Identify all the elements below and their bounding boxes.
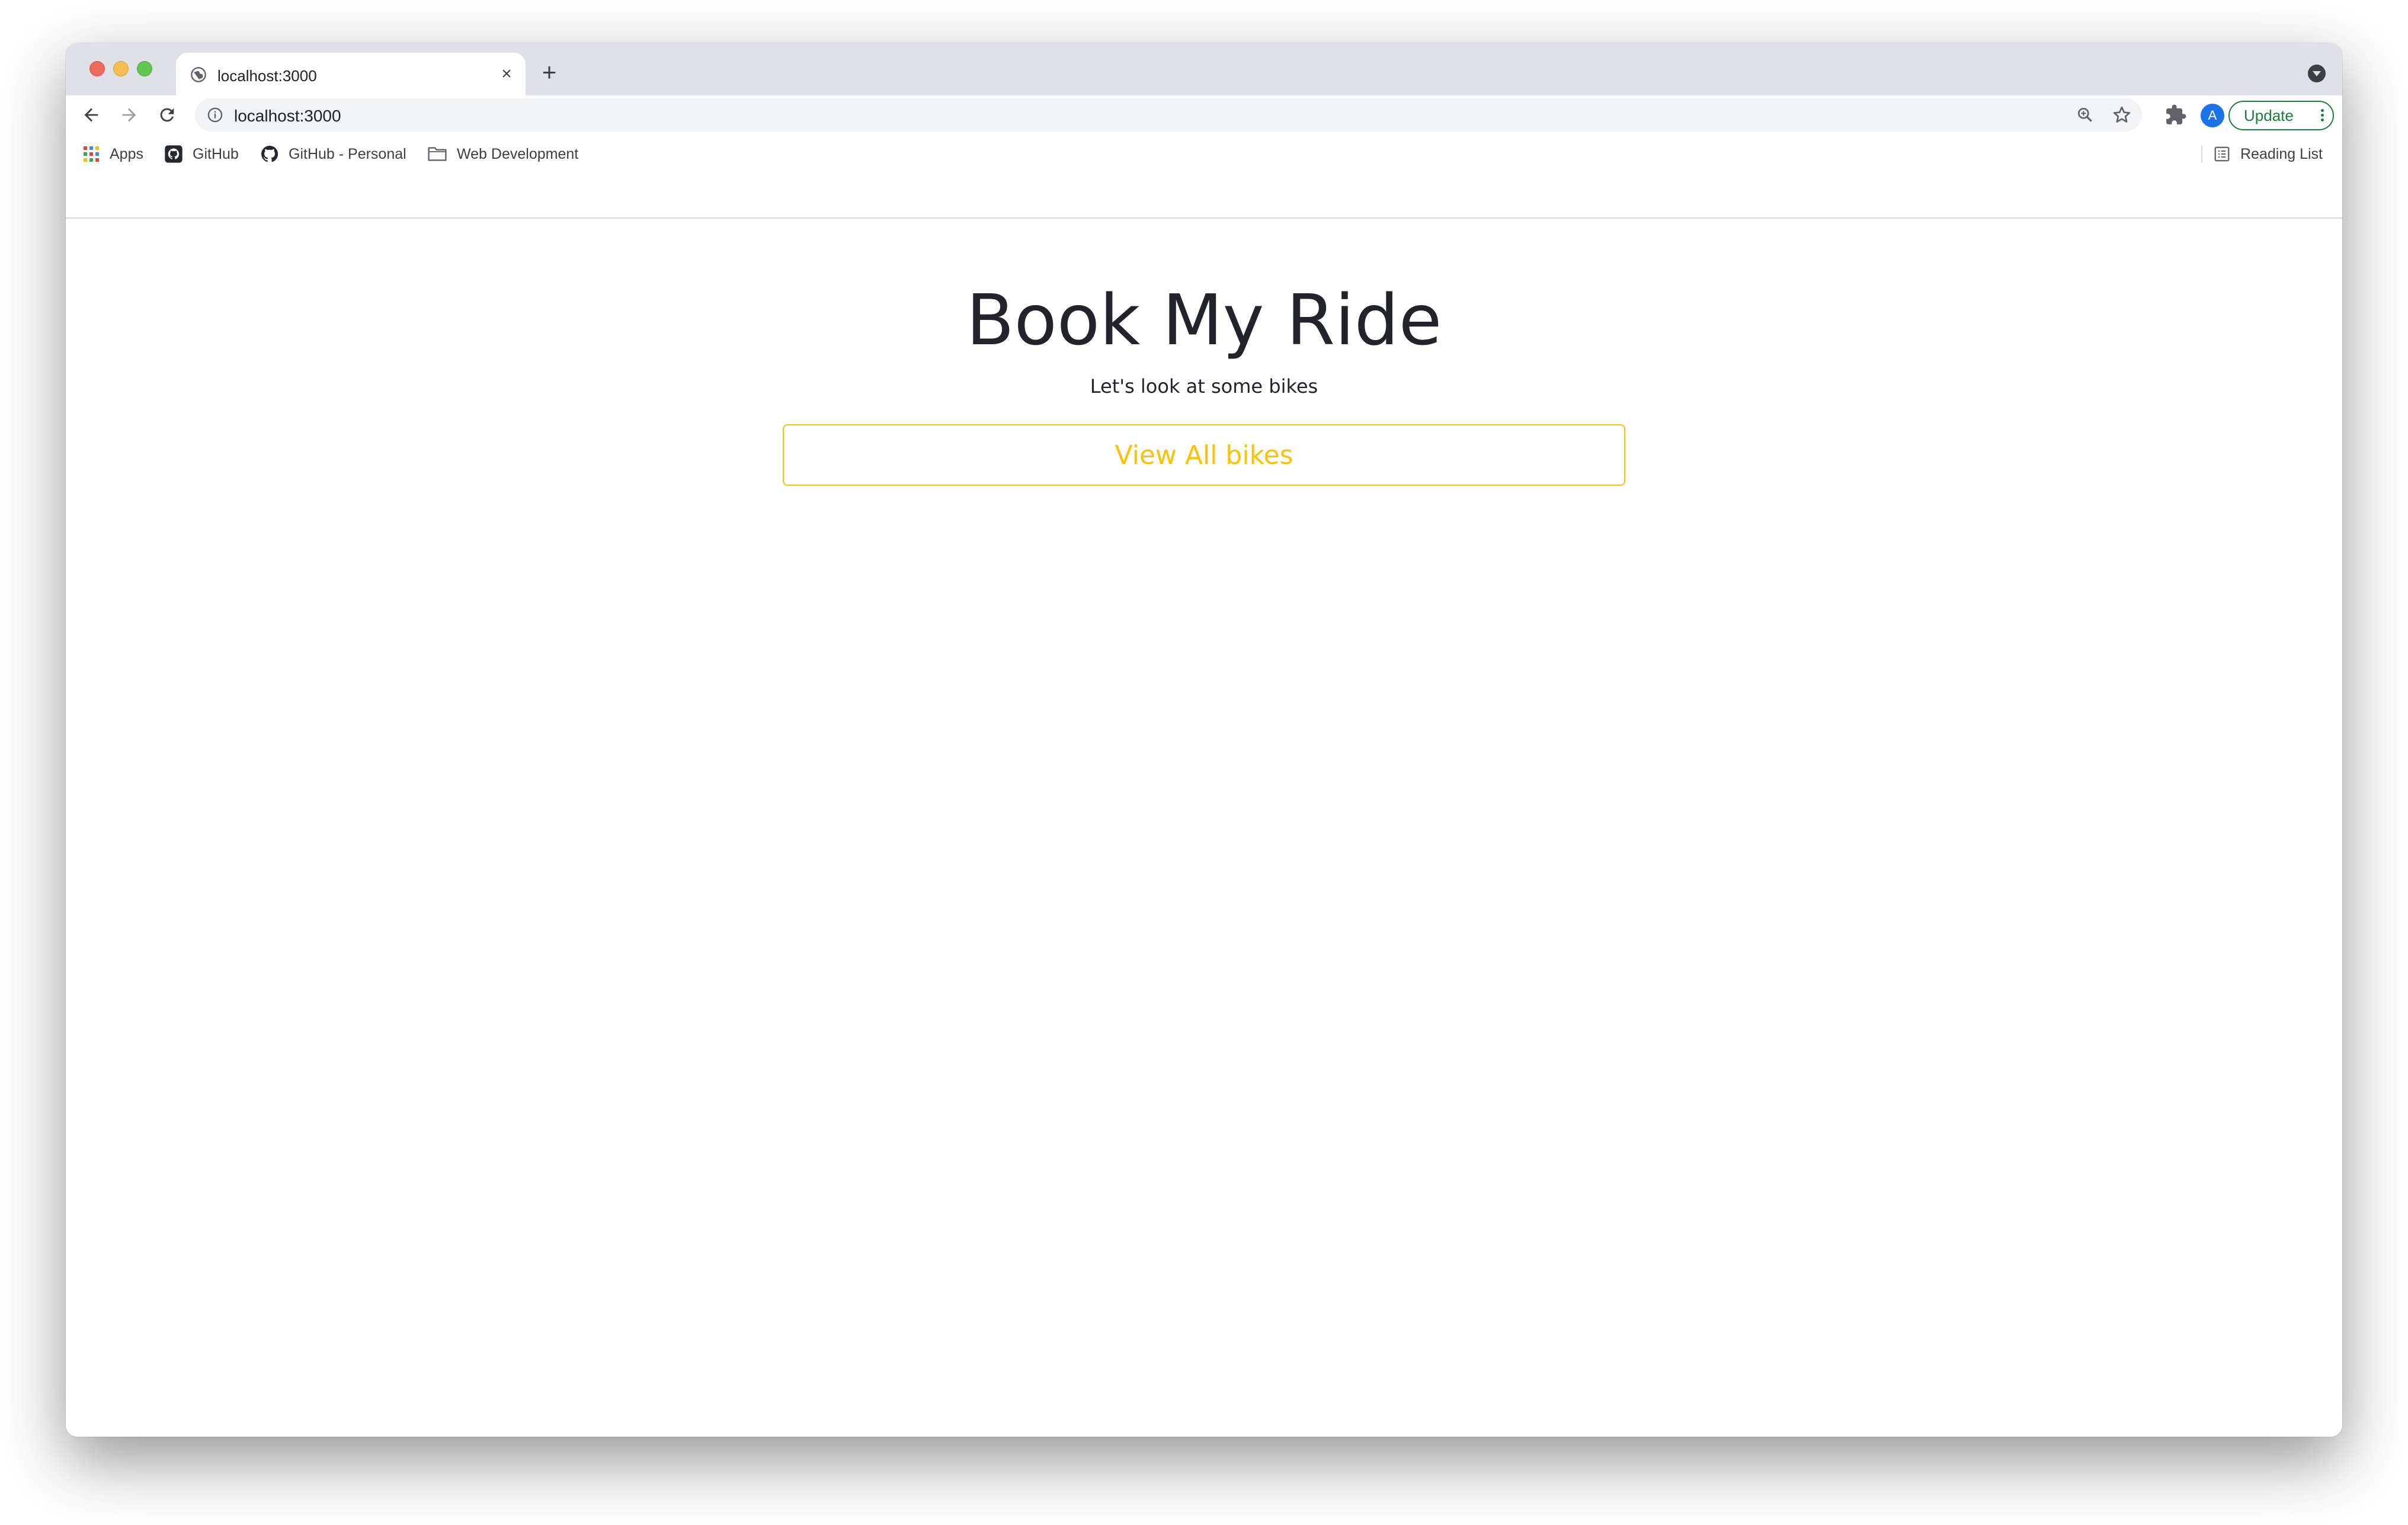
bookmark-github[interactable]: GitHub [164, 144, 239, 164]
bookmark-label: GitHub [193, 145, 239, 162]
page-title: Book My Ride [966, 279, 1442, 361]
bookmark-label: Apps [110, 145, 143, 162]
reading-list-icon [2214, 146, 2230, 162]
more-vert-icon [2321, 109, 2324, 122]
bookmarks-bar: Apps GitHub GitHub - Personal Web Develo… [66, 134, 2342, 219]
close-tab-icon[interactable]: × [497, 65, 516, 84]
bookmarks-separator [2201, 145, 2202, 163]
profile-avatar[interactable]: A [2201, 104, 2224, 127]
bookmark-apps[interactable]: Apps [82, 144, 143, 164]
browser-window: localhost:3000 × + localhost:3000 A Upda… [66, 43, 2342, 1437]
bookmark-github-personal[interactable]: GitHub - Personal [260, 144, 406, 164]
tab-title: localhost:3000 [217, 67, 317, 85]
minimize-window-button[interactable] [113, 61, 129, 76]
tab-search-icon[interactable] [2308, 65, 2326, 82]
forward-button[interactable] [116, 101, 143, 129]
apps-grid-icon [84, 146, 99, 162]
bookmark-star-icon[interactable] [2111, 104, 2132, 126]
tab-localhost[interactable]: localhost:3000 × [176, 53, 526, 95]
update-button[interactable]: Update [2228, 101, 2334, 130]
view-all-bikes-button[interactable]: View All bikes [783, 424, 1625, 486]
back-button[interactable] [78, 101, 105, 129]
github-icon [165, 145, 182, 163]
address-bar[interactable]: localhost:3000 [195, 98, 2142, 132]
bookmark-label: GitHub - Personal [289, 145, 406, 162]
bookmark-label: Web Development [457, 145, 579, 162]
folder-icon [428, 147, 447, 161]
github-octocat-icon [261, 145, 278, 162]
browser-toolbar: localhost:3000 A Update [66, 95, 2342, 134]
zoom-window-button[interactable] [137, 61, 152, 76]
extensions-puzzle-icon[interactable] [2164, 104, 2187, 126]
tab-strip: localhost:3000 × + [66, 43, 2342, 95]
new-tab-button[interactable]: + [537, 60, 561, 85]
page-subtitle: Let's look at some bikes [1090, 375, 1318, 398]
reload-button[interactable] [153, 101, 181, 129]
bookmark-folder-web-development[interactable]: Web Development [427, 144, 578, 164]
url-text[interactable]: localhost:3000 [234, 107, 341, 126]
reload-icon [160, 108, 174, 122]
arrow-left-icon [84, 108, 98, 122]
update-label: Update [2244, 107, 2294, 124]
info-icon[interactable] [207, 107, 223, 123]
close-window-button[interactable] [89, 61, 105, 76]
zoom-icon[interactable] [2076, 105, 2095, 124]
page-viewport: Book My Ride Let's look at some bikes Vi… [66, 220, 2342, 1437]
reading-list-label: Reading List [2240, 145, 2323, 162]
arrow-right-icon [122, 108, 136, 122]
reading-list-button[interactable]: Reading List [2213, 144, 2323, 164]
globe-icon [191, 67, 206, 82]
